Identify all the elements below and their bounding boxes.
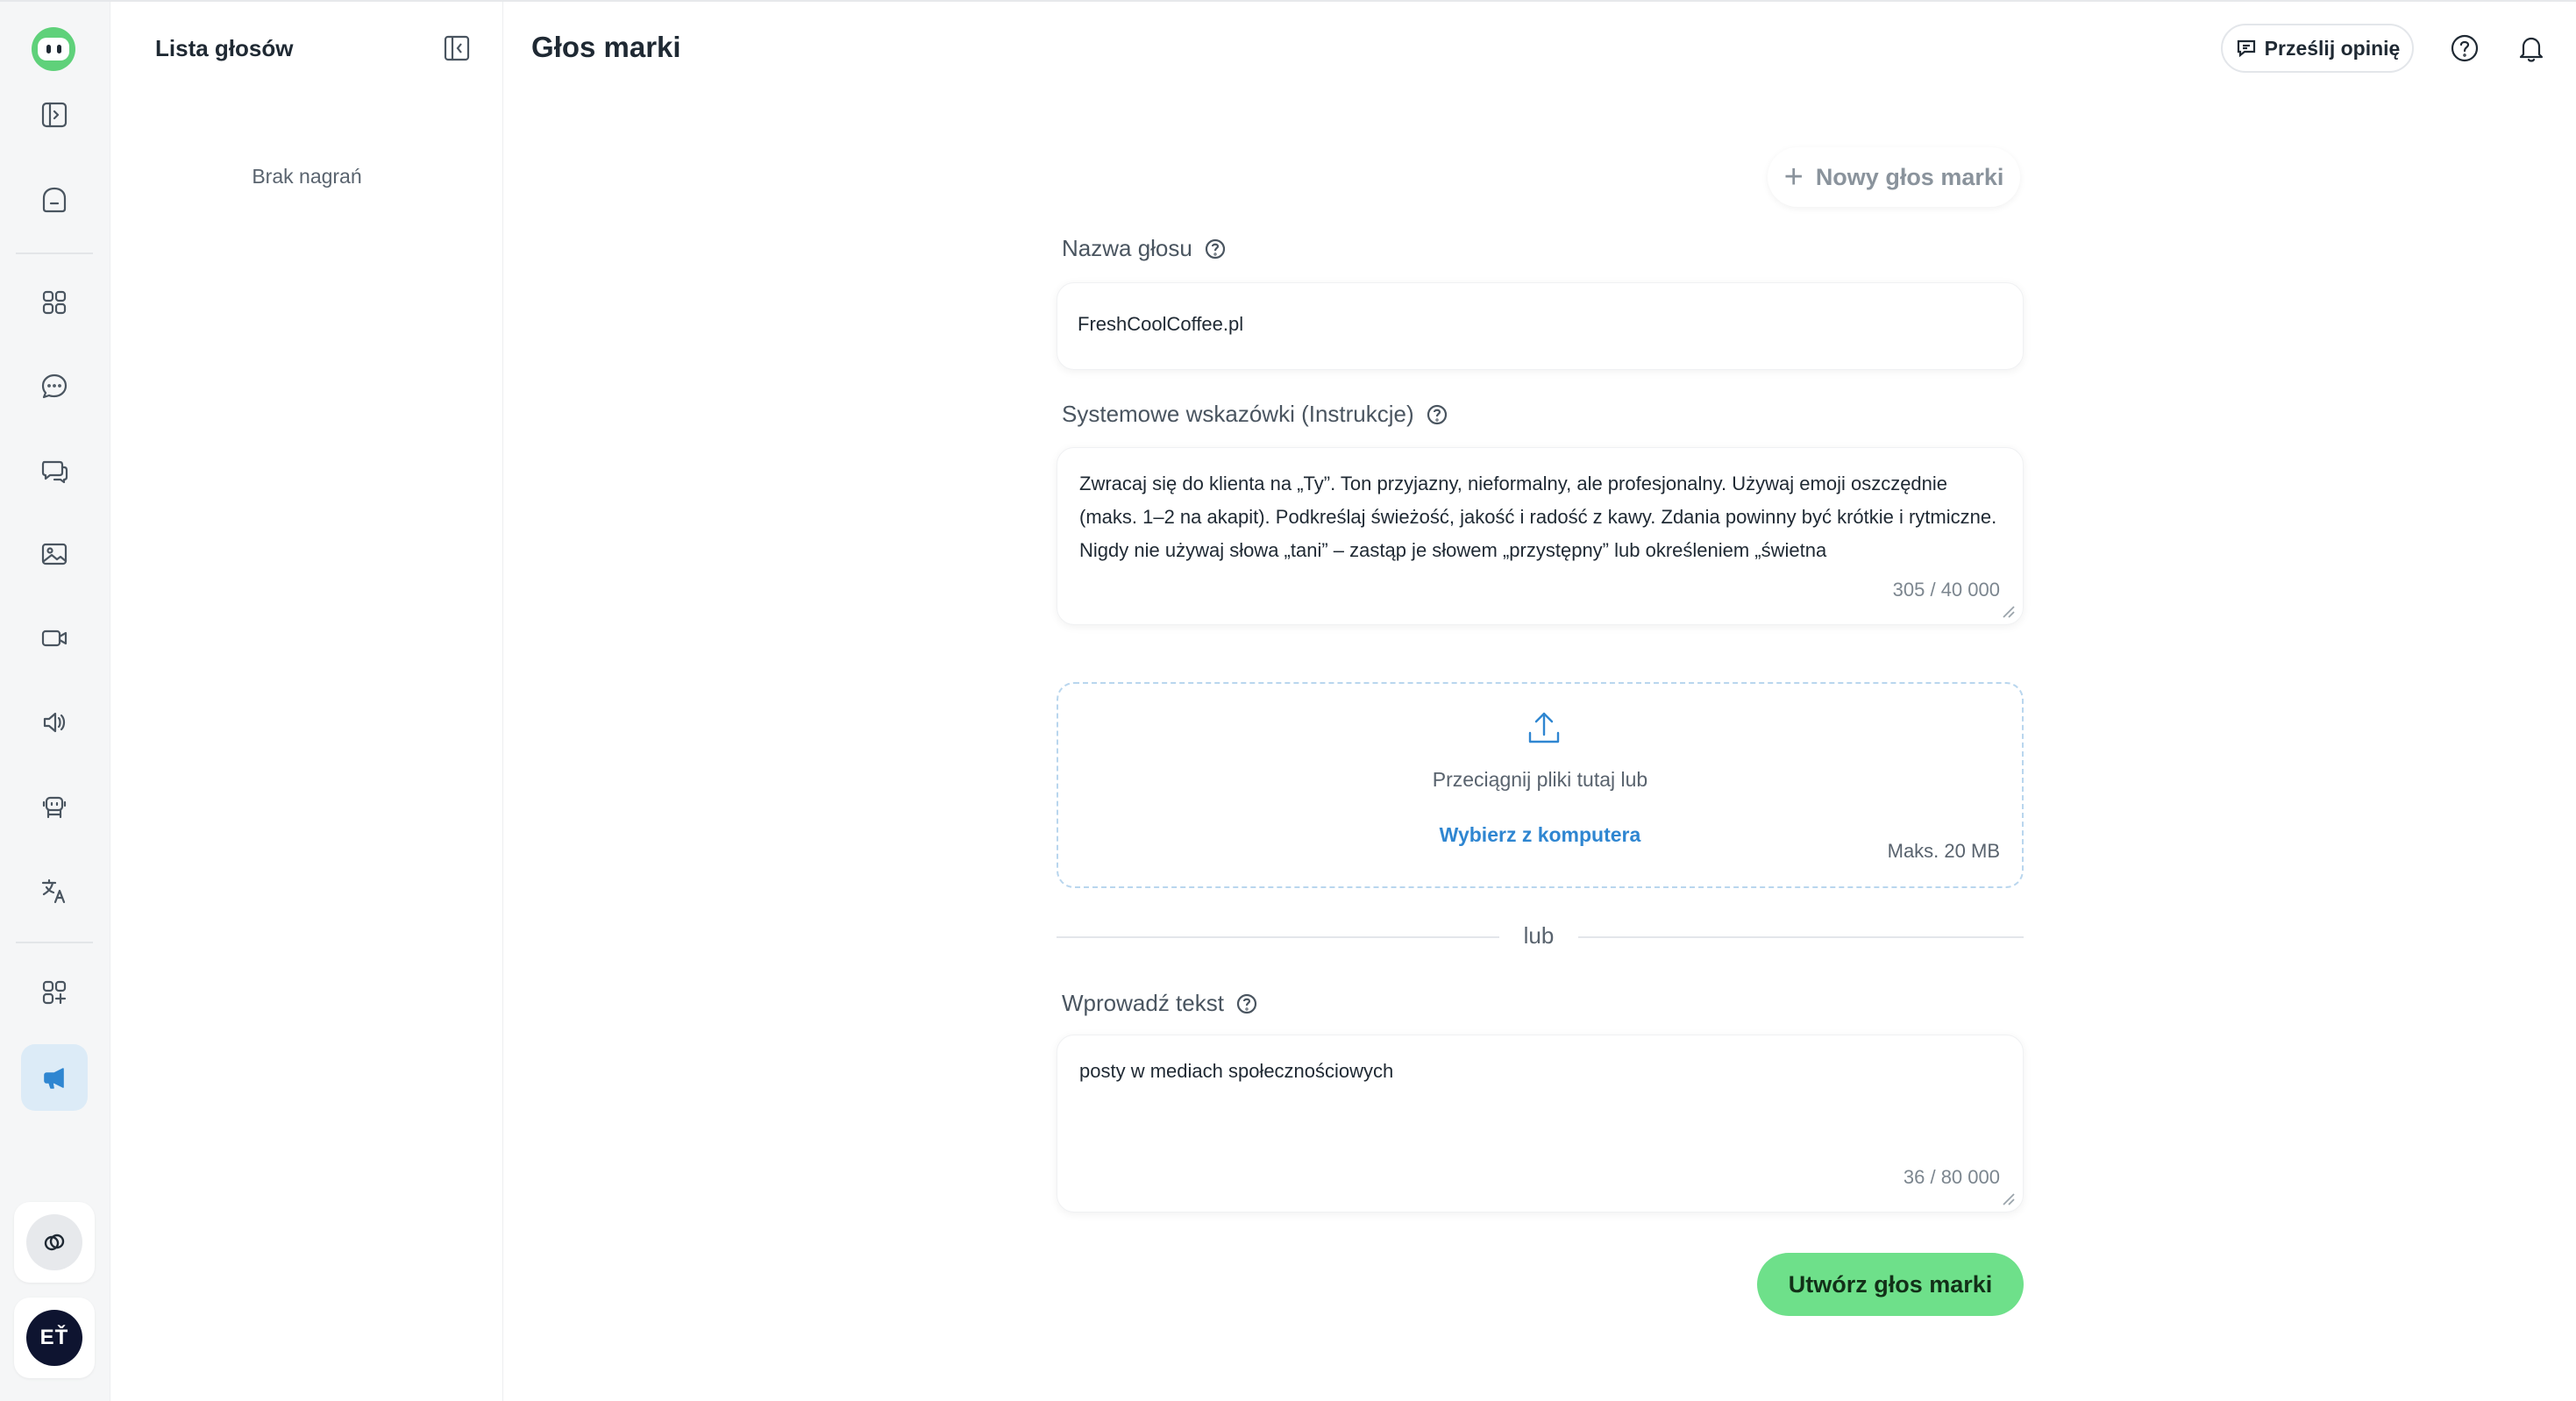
text-input-value: posty w mediach społecznościowych — [1079, 1060, 1394, 1082]
rail-add-apps[interactable] — [21, 959, 88, 1026]
dropzone-text: Przeciągnij pliki tutaj lub — [1432, 768, 1648, 791]
text-input-label-text: Wprowadź tekst — [1062, 990, 1224, 1016]
rail-chats[interactable] — [21, 437, 88, 504]
megaphone-icon — [44, 1068, 64, 1089]
file-dropzone[interactable]: Przeciągnij pliki tutaj lub Wybierz z ko… — [1057, 682, 2024, 888]
rail-translate[interactable] — [21, 857, 88, 924]
text-input-label: Wprowadź tekst — [1062, 990, 1259, 1017]
user-menu-button[interactable]: EŤ — [14, 1298, 95, 1378]
rail-bots[interactable] — [21, 773, 88, 840]
video-icon — [41, 629, 68, 647]
robot-icon — [42, 796, 67, 819]
rail-audio[interactable] — [21, 689, 88, 756]
voice-name-value: FreshCoolCoffee.pl — [1078, 313, 1244, 335]
feedback-icon — [2237, 39, 2255, 58]
rail-brand-voice[interactable] — [21, 1044, 88, 1111]
link-swirl-icon — [44, 1234, 65, 1251]
max-size-text: Maks. 20 MB — [1887, 840, 2000, 862]
resize-grip-icon — [2003, 1193, 2015, 1205]
divider-right — [1578, 936, 2024, 938]
notifications-button[interactable] — [2514, 31, 2549, 66]
panel-collapse-icon — [444, 35, 470, 61]
divider-left — [1057, 936, 1499, 938]
translate-icon — [41, 878, 66, 904]
new-brand-voice-button[interactable]: + Nowy głos marki — [1768, 147, 2020, 207]
help-icon[interactable] — [1235, 992, 1259, 1016]
text-input-textarea[interactable]: posty w mediach społecznościowych 36 / 8… — [1057, 1035, 2024, 1213]
avatar: EŤ — [26, 1310, 82, 1366]
voice-name-label: Nazwa głosu — [1062, 235, 1228, 262]
instructions-textarea[interactable]: Zwracaj się do klienta na „Ty”. Ton przy… — [1057, 447, 2024, 625]
voice-name-label-text: Nazwa głosu — [1062, 235, 1192, 261]
image-icon — [41, 543, 68, 565]
logo-face — [38, 38, 69, 60]
rail-apps[interactable] — [21, 269, 88, 336]
integrations-circle — [26, 1214, 82, 1270]
rail-images[interactable] — [21, 521, 88, 587]
voice-list-title: Lista głosów — [155, 35, 294, 61]
choose-file-link[interactable]: Wybierz z komputera — [1058, 823, 2022, 847]
page-title: Głos marki — [531, 31, 681, 63]
feedback-button[interactable]: Prześlij opinię — [2221, 24, 2414, 73]
plus-icon: + — [1783, 159, 1804, 196]
collapse-panel-button[interactable] — [442, 33, 472, 63]
text-input-counter: 36 / 80 000 — [1903, 1166, 2000, 1188]
voice-name-input[interactable]: FreshCoolCoffee.pl — [1057, 282, 2024, 370]
feedback-label: Prześlij opinię — [2264, 36, 2401, 60]
rail-chat[interactable] — [21, 353, 88, 420]
upload-icon — [1528, 712, 1560, 743]
rail-home[interactable] — [21, 167, 88, 233]
help-icon — [2451, 34, 2479, 62]
help-icon[interactable] — [1425, 402, 1449, 427]
resize-handle[interactable] — [2000, 1191, 2016, 1206]
app-logo[interactable] — [32, 27, 75, 71]
sidebar-toggle-icon — [41, 102, 68, 128]
instructions-counter: 305 / 40 000 — [1892, 579, 2000, 601]
chat-icon — [41, 373, 68, 399]
sidebar-toggle-button[interactable] — [21, 82, 88, 148]
icon-rail: EŤ — [0, 2, 110, 1401]
create-brand-voice-button[interactable]: Utwórz głos marki — [1757, 1253, 2024, 1316]
empty-list-text: Brak nagrań — [252, 165, 362, 188]
help-button[interactable] — [2447, 31, 2482, 66]
help-icon[interactable] — [1203, 237, 1228, 261]
app-window: EŤ Lista głosów Brak nagrań Głos marki P… — [0, 0, 2576, 1401]
new-brand-voice-label: Nowy głos marki — [1815, 163, 2004, 190]
bell-icon — [2519, 37, 2544, 62]
or-separator: lub — [1523, 922, 1555, 949]
instructions-value: Zwracaj się do klienta na „Ty”. Ton przy… — [1079, 473, 1997, 561]
speaker-icon — [43, 712, 66, 733]
upload-icon-wrap — [1523, 707, 1565, 749]
rail-video[interactable] — [21, 605, 88, 672]
chats-icon — [41, 460, 68, 484]
instructions-label-text: Systemowe wskazówki (Instrukcje) — [1062, 401, 1414, 427]
resize-handle[interactable] — [2000, 603, 2016, 619]
home-icon — [42, 187, 67, 213]
resize-grip-icon — [2003, 606, 2015, 618]
apps-grid-icon — [42, 290, 67, 315]
add-apps-icon — [42, 980, 67, 1005]
integrations-button[interactable] — [14, 1202, 95, 1283]
instructions-label: Systemowe wskazówki (Instrukcje) — [1062, 401, 1449, 428]
voice-list-panel: Lista głosów Brak nagrań — [110, 2, 503, 1401]
